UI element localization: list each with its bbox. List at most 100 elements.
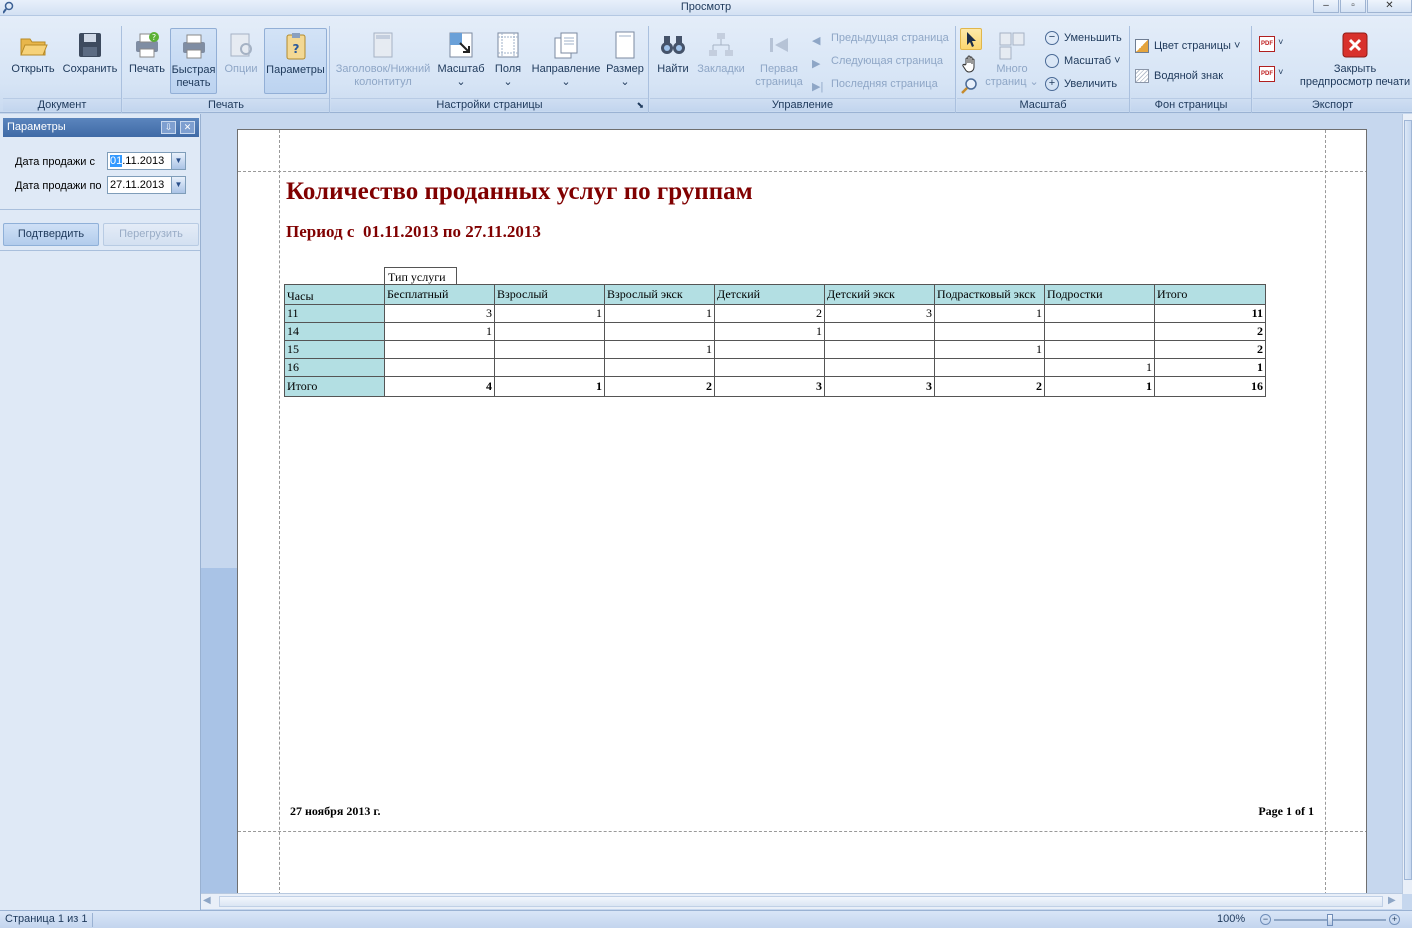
- horizontal-scroll-thumb[interactable]: [219, 896, 1383, 907]
- table-cell: 1: [1154, 358, 1266, 377]
- first-page-label-2: страница: [755, 76, 803, 88]
- bookmarks-button[interactable]: Закладки: [695, 30, 747, 82]
- vertical-scroll-thumb[interactable]: [1404, 120, 1412, 880]
- confirm-button[interactable]: Подтвердить: [3, 223, 99, 246]
- vertical-scrollbar[interactable]: [1402, 114, 1412, 894]
- zoom-in-button[interactable]: + Увеличить: [1045, 74, 1117, 94]
- close-panel-button[interactable]: ✕: [180, 121, 195, 134]
- date-to-label: Дата продажи по: [15, 180, 102, 192]
- period-from: 01.11.2013: [362, 222, 439, 241]
- total-row: Итого 4 1 2 3 3 2 1 16: [284, 376, 1266, 397]
- table-row: 16 1 1: [284, 358, 1266, 377]
- parameters-panel-title: Параметры: [7, 121, 66, 133]
- footer-date: 27 ноября 2013 г.: [290, 804, 381, 818]
- options-icon: [230, 33, 252, 57]
- zoom-dropdown-button[interactable]: Масштаб ˅: [1045, 51, 1121, 71]
- horizontal-scrollbar[interactable]: ◀ ▶: [201, 893, 1402, 909]
- panel-divider-2: [0, 250, 200, 251]
- options-label: Опции: [224, 63, 258, 75]
- window-title: Просмотр: [680, 1, 732, 13]
- many-pages-label-2: страниц: [985, 76, 1027, 88]
- prev-page-label: Предыдущая страница: [831, 32, 949, 44]
- group-export-label: Экспорт: [1253, 98, 1412, 111]
- table-cell: [1044, 304, 1155, 323]
- zoom-minus-button[interactable]: −: [1260, 914, 1271, 925]
- ribbon: Открыть Сохранить Документ ? Печать Быст…: [0, 16, 1412, 113]
- orientation-button[interactable]: Направление ⌄: [529, 30, 603, 96]
- page-color-button[interactable]: Цвет страницы ˅: [1135, 36, 1240, 56]
- zoom-plus-button[interactable]: +: [1389, 914, 1400, 925]
- header-footer-button[interactable]: Заголовок/Нижний колонтитул: [333, 30, 433, 96]
- find-button[interactable]: Найти: [652, 30, 694, 82]
- title-bar: Просмотр – ▫ ✕: [0, 0, 1412, 16]
- scroll-left-icon[interactable]: ◀: [203, 895, 211, 906]
- column-header: Подростки: [1044, 284, 1155, 305]
- date-to-field[interactable]: 27.11.2013 ▼: [107, 176, 186, 194]
- pointer-tool-button[interactable]: [960, 28, 982, 50]
- save-button[interactable]: Сохранить: [61, 30, 119, 82]
- prev-page-button[interactable]: ◀ Предыдущая страница: [812, 28, 949, 48]
- date-from-dropdown-icon[interactable]: ▼: [171, 153, 185, 169]
- group-export: PDF ˅ PDF ˅ Закрыть предпросмотр печати …: [1253, 26, 1412, 113]
- date-to-value: 27.11.2013: [110, 179, 165, 191]
- table-cell: 1: [604, 340, 715, 359]
- hours-header: Часы: [284, 284, 385, 305]
- last-page-button[interactable]: ▶| Последняя страница: [812, 74, 938, 94]
- quick-print-label-1: Быстрая: [171, 64, 216, 76]
- paint-bucket-icon: [1135, 39, 1149, 54]
- zoom-in-icon: +: [1045, 77, 1059, 92]
- period-sep: по: [442, 222, 462, 241]
- export-pdf-mail-chevron-icon: ˅: [1278, 67, 1284, 77]
- date-to-dropdown-icon[interactable]: ▼: [171, 177, 185, 193]
- hand-tool-button[interactable]: [960, 53, 982, 75]
- margins-button[interactable]: Поля ⌄: [489, 30, 527, 96]
- total-cell: 4: [384, 376, 495, 397]
- zoom-out-button[interactable]: − Уменьшить: [1045, 28, 1122, 48]
- report-title: Количество проданных услуг по группам: [286, 178, 753, 205]
- clipboard-question-icon: ?: [286, 33, 305, 60]
- pin-panel-button[interactable]: ⇩: [161, 121, 176, 134]
- options-button[interactable]: Опции: [219, 30, 263, 82]
- maximize-button[interactable]: ▫: [1340, 0, 1366, 13]
- first-page-button[interactable]: Первая страница: [750, 30, 808, 96]
- table-cell: [1044, 340, 1155, 359]
- zoom-out-label: Уменьшить: [1064, 32, 1122, 44]
- dialog-launcher-icon[interactable]: ⬊: [636, 99, 644, 112]
- table-cell: [384, 340, 495, 359]
- table-cell: [384, 358, 495, 377]
- open-label: Открыть: [11, 63, 55, 75]
- date-from-field[interactable]: 01.11.2013 ▼: [107, 152, 186, 170]
- margin-line-left: [279, 130, 280, 898]
- next-page-button[interactable]: ▶ Следующая страница: [812, 51, 943, 71]
- size-button[interactable]: Размер ⌄: [604, 30, 646, 96]
- table-row: 14 1 1 2: [284, 322, 1266, 341]
- export-pdf-mail-button[interactable]: PDF ˅: [1259, 66, 1289, 84]
- scroll-right-icon[interactable]: ▶: [1388, 895, 1396, 906]
- close-window-button[interactable]: ✕: [1367, 0, 1412, 13]
- open-button[interactable]: Открыть: [5, 30, 61, 82]
- group-print-label: Печать: [123, 98, 329, 111]
- zoom-slider-thumb[interactable]: [1327, 914, 1333, 926]
- minimize-button[interactable]: –: [1313, 0, 1339, 13]
- size-dropdown-icon: ⌄: [620, 76, 630, 88]
- quick-print-button[interactable]: Быстрая печать: [170, 28, 217, 94]
- row-hour: 14: [284, 322, 385, 341]
- reload-button[interactable]: Перегрузить: [103, 223, 199, 246]
- watermark-button[interactable]: Водяной знак: [1135, 66, 1223, 86]
- total-cell: 1: [494, 376, 605, 397]
- print-button[interactable]: ? Печать: [125, 30, 169, 82]
- magnifier-tool-button[interactable]: [960, 76, 982, 96]
- parameters-button[interactable]: ? Параметры: [264, 28, 327, 94]
- parameters-panel: Параметры ⇩ ✕ Дата продажи с 01.11.2013 …: [0, 114, 201, 910]
- table-cell: [824, 358, 935, 377]
- group-page-settings-label: Настройки страницы ⬊: [331, 98, 648, 111]
- margin-line-top: [238, 171, 1366, 172]
- close-preview-button[interactable]: Закрыть предпросмотр печати: [1299, 30, 1411, 96]
- row-hour: 15: [284, 340, 385, 359]
- export-pdf-button[interactable]: PDF ˅: [1259, 36, 1289, 54]
- group-page-settings-text: Настройки страницы: [436, 99, 543, 111]
- scale-button[interactable]: Масштаб ⌄: [435, 30, 487, 96]
- status-divider: [92, 913, 93, 927]
- table-cell: 2: [1154, 340, 1266, 359]
- many-pages-button[interactable]: Много страниц ⌄: [985, 30, 1039, 96]
